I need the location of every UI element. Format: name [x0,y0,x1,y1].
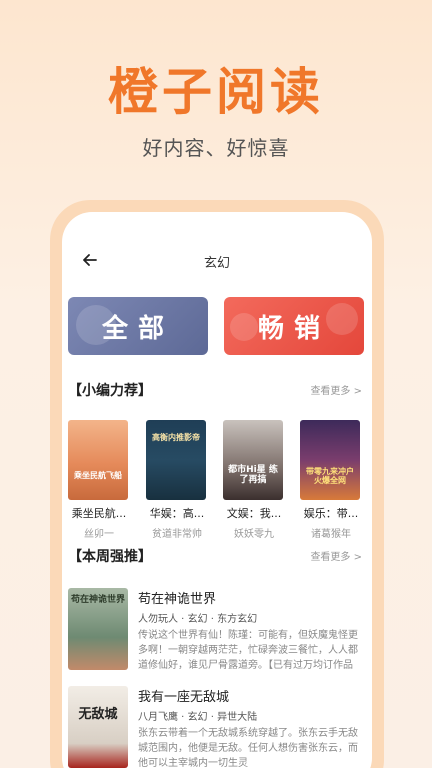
hero-subtitle: 好内容、好惊喜 [142,136,290,160]
weekly-book-item[interactable]: 苟在神诡世界 苟在神诡世界 人勿玩人 · 玄幻 · 东方玄幻 传说这个世界有仙！… [68,588,366,671]
book-author: 贫道非常帅 [152,529,202,540]
book-title: 乘坐民航... [71,507,127,520]
phone-screen: 玄幻 全部 畅销 【小编力荐】 查看更多 > 乘坐民航飞船 乘坐民航... 丝卯… [62,212,372,768]
cover-text: 乘坐民航飞船 [74,471,122,480]
book-title: 娱乐：带... [303,507,359,520]
top-bar: 玄幻 [62,250,372,274]
cover-text: 高衡内推影帝 [152,433,200,442]
weekly-more-link[interactable]: 查看更多 > [310,548,362,563]
book-item[interactable]: 乘坐民航飞船 乘坐民航... 丝卯一 [68,420,130,540]
book-title: 我有一座无敌城 [138,690,230,705]
recommend-more-link[interactable]: 查看更多 > [310,382,362,397]
book-author: 丝卯一 [84,529,114,540]
hero-title: 橙子阅读 [108,63,324,121]
cover-text: 苟在神诡世界 [70,595,125,605]
book-description: 传说这个世界有仙！陈瑾：可能有，但妖魔鬼怪更多啊！一朝穿越两茫茫，忙碌奔波三餐忙… [138,630,358,671]
book-item[interactable]: 都市Hi星 练了再搞 文娱：我... 妖妖零九 [223,420,285,540]
cover-text: 都市Hi星 练了再搞 [228,465,278,485]
book-meta: 人勿玩人 · 玄幻 · 东方玄幻 [138,614,258,625]
cover-text: 带零九来冲户 火爆全网 [306,467,354,485]
book-author: 诸葛猴年 [311,529,351,540]
book-title: 苟在神诡世界 [138,592,217,607]
book-cover: 带零九来冲户 火爆全网 [300,420,360,500]
book-item[interactable]: 高衡内推影帝 华娱：高... 贫道非常帅 [146,420,208,540]
recommend-title: 【小编力荐】 [68,383,152,399]
phone-frame: 玄幻 全部 畅销 【小编力荐】 查看更多 > 乘坐民航飞船 乘坐民航... 丝卯… [50,200,384,768]
book-cover: 无敌城 [68,686,128,768]
book-item[interactable]: 带零九来冲户 火爆全网 娱乐：带... 诸葛猴年 [300,420,362,540]
book-author: 妖妖零九 [234,529,274,540]
book-title: 华娱：高... [149,507,205,520]
cover-text: 无敌城 [78,707,118,722]
book-cover: 都市Hi星 练了再搞 [223,420,283,500]
category-bestseller-button[interactable]: 畅销 [224,297,364,355]
book-cover: 乘坐民航飞船 [68,420,128,500]
book-description: 张东云带着一个无敌城系统穿越了。张东云手无敌城范围内，他便是无敌。任何人想伤害张… [138,728,358,768]
category-tabs: 全部 畅销 [68,297,366,355]
book-cover: 苟在神诡世界 [68,588,128,670]
recommend-list: 乘坐民航飞船 乘坐民航... 丝卯一 高衡内推影帝 华娱：高... 贫道非常帅 … [62,420,372,540]
weekly-book-item[interactable]: 无敌城 我有一座无敌城 八月飞鹰 · 玄幻 · 异世大陆 张东云带着一个无敌城系… [68,686,366,768]
page-title: 玄幻 [203,256,230,271]
decor-circle [76,305,116,345]
recommend-header: 【小编力荐】 查看更多 > [68,380,362,400]
crown-icon [326,303,358,335]
weekly-title: 【本周强推】 [68,549,152,565]
book-meta: 八月飞鹰 · 玄幻 · 异世大陆 [138,712,258,723]
book-title: 文娱：我... [226,507,282,520]
category-all-button[interactable]: 全部 [68,297,208,355]
category-bestseller-label: 畅销 [257,313,330,344]
book-cover: 高衡内推影帝 [146,420,206,500]
thumbs-up-icon [230,313,258,341]
weekly-header: 【本周强推】 查看更多 > [68,546,362,566]
